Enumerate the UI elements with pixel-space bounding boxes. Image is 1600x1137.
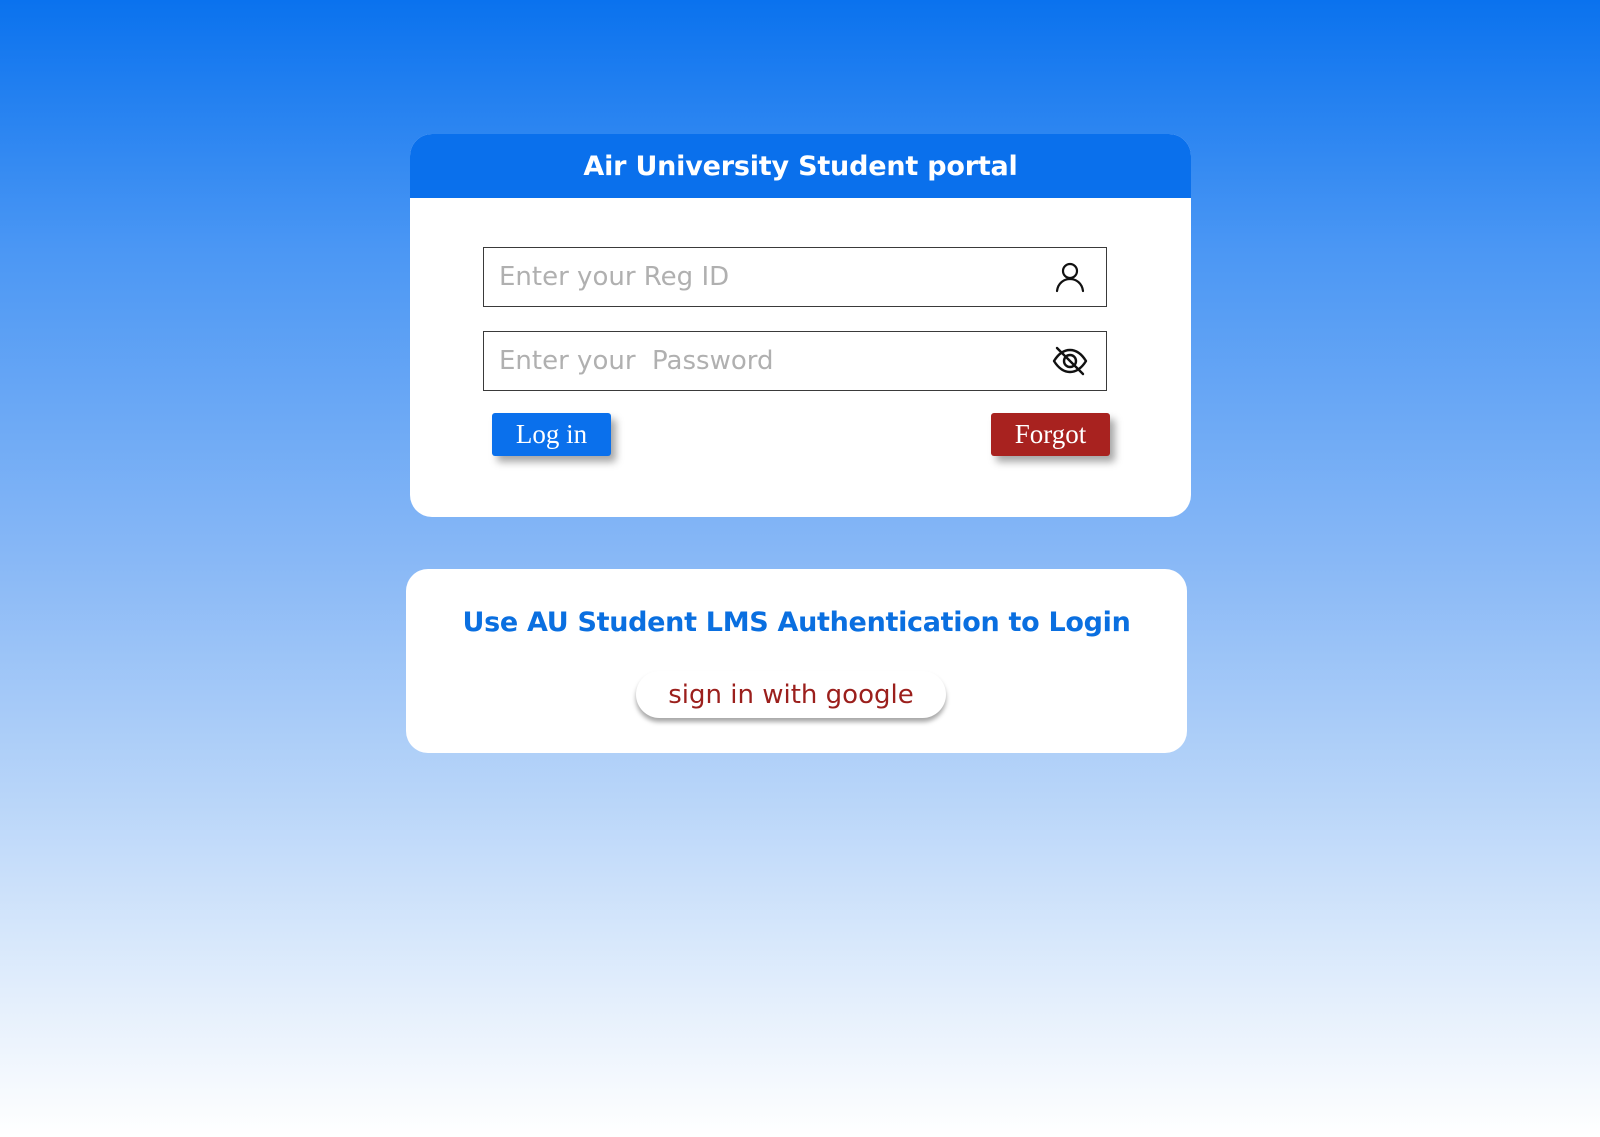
lms-auth-heading: Use AU Student LMS Authentication to Log… [462,607,1131,638]
user-icon [1052,259,1088,295]
eye-slash-icon[interactable] [1052,343,1088,379]
portal-title: Air University Student portal [583,150,1018,182]
google-sign-in-button[interactable]: sign in with google [636,671,946,718]
login-card: Air University Student portal Log in For… [410,134,1191,517]
password-field[interactable] [483,331,1107,391]
password-input[interactable] [484,332,1039,390]
reg-id-field[interactable] [483,247,1107,307]
forgot-button[interactable]: Forgot [991,413,1110,456]
card-header: Air University Student portal [410,134,1191,198]
lms-auth-card: Use AU Student LMS Authentication to Log… [406,569,1187,753]
login-button[interactable]: Log in [492,413,611,456]
reg-id-input[interactable] [484,248,1039,306]
